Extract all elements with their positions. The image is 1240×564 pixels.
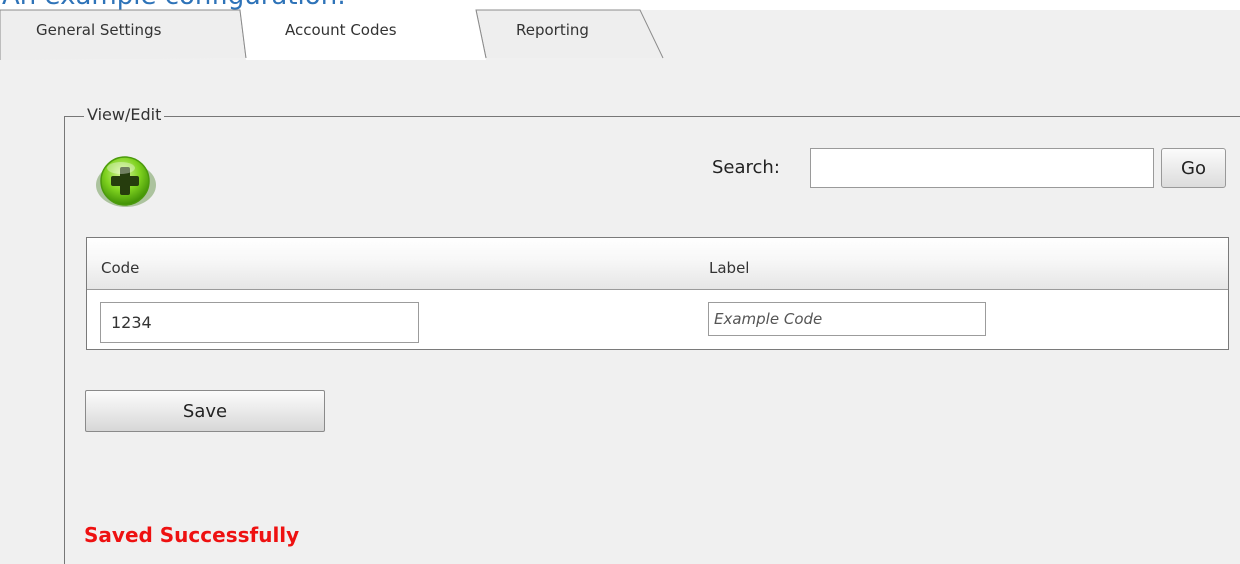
account-codes-page: An example configuration: General Settin…	[0, 0, 1240, 564]
column-header-code: Code	[101, 259, 140, 277]
save-button[interactable]: Save	[85, 390, 325, 432]
tab-account-codes[interactable]: Account Codes	[285, 21, 397, 39]
column-header-label: Label	[709, 259, 750, 277]
search-input[interactable]	[810, 148, 1154, 188]
account-codes-table: Code Label	[86, 237, 1229, 350]
code-input[interactable]	[100, 302, 419, 343]
go-button[interactable]: Go	[1161, 148, 1226, 188]
plus-circle-icon[interactable]	[88, 152, 166, 208]
status-message: Saved Successfully	[84, 523, 300, 547]
tab-general-settings[interactable]: General Settings	[36, 21, 161, 39]
tab-reporting[interactable]: Reporting	[516, 21, 589, 39]
view-edit-legend: View/Edit	[84, 104, 165, 126]
table-header: Code Label	[87, 238, 1228, 290]
label-input[interactable]	[708, 302, 986, 336]
search-label: Search:	[712, 157, 780, 178]
